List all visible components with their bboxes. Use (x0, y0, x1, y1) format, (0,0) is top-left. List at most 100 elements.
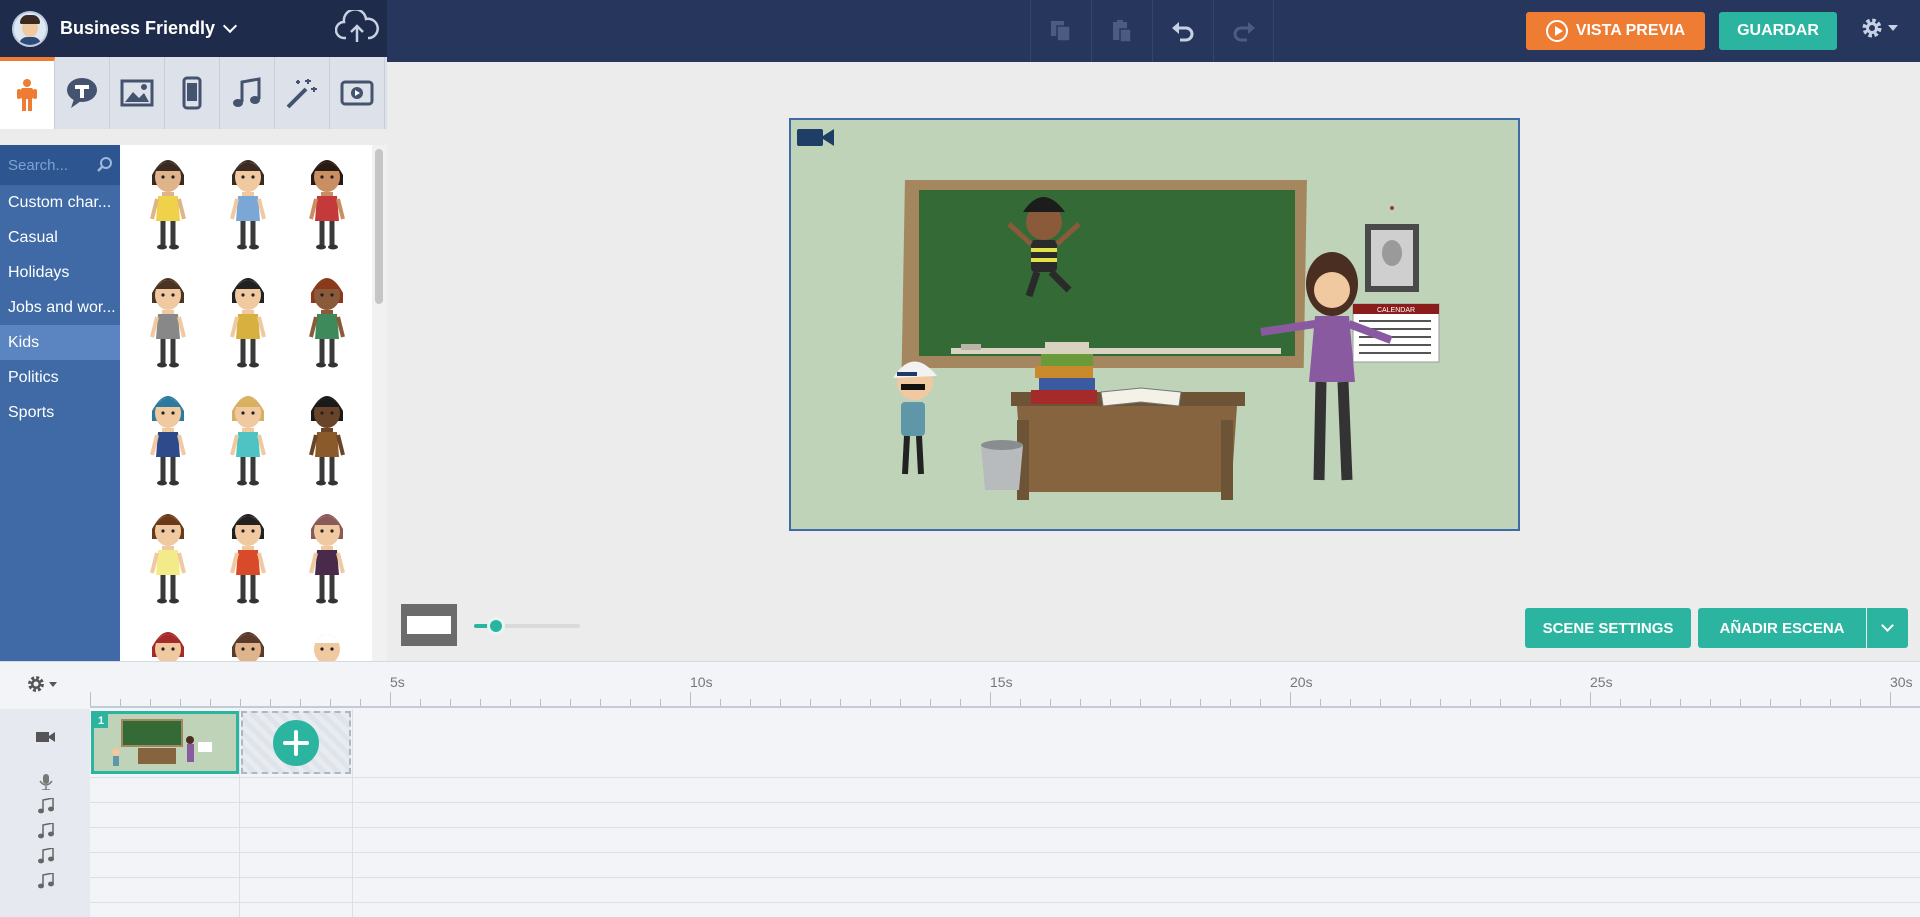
character-thumbnail[interactable] (138, 389, 198, 489)
top-bar: Business Friendly VISTA PREVIA GUARDAR (0, 0, 1920, 62)
ruler-tick (1560, 699, 1561, 706)
character-thumbnail[interactable] (218, 507, 278, 607)
ruler-tick (600, 699, 601, 706)
paste-button[interactable] (1091, 0, 1152, 62)
character-thumbnail[interactable] (218, 625, 278, 661)
ruler-tick (1020, 699, 1021, 706)
character-thumbnail[interactable] (297, 153, 357, 253)
character-thumbnail[interactable] (297, 625, 357, 661)
character-thumbnail[interactable] (218, 153, 278, 253)
search-box[interactable] (0, 145, 120, 185)
ruler-tick (1680, 699, 1681, 706)
tick-label: 20s (1290, 674, 1313, 690)
ruler-tick (1260, 699, 1261, 706)
tab-text-bubbles[interactable] (55, 57, 110, 129)
track-divider (90, 802, 1920, 803)
character-thumbnail[interactable] (138, 271, 198, 371)
plus-icon[interactable] (273, 719, 319, 766)
ruler-tick (1500, 699, 1501, 706)
scene-canvas[interactable]: CALENDAR (789, 118, 1520, 531)
sidebar-item-politics[interactable]: Politics (0, 360, 120, 395)
tab-effects[interactable] (275, 57, 330, 129)
project-name[interactable]: Business Friendly (60, 18, 215, 39)
tab-images[interactable] (110, 57, 165, 129)
grid-scrollbar[interactable] (372, 145, 387, 661)
paste-icon (1113, 20, 1132, 43)
scene-settings-button[interactable]: SCENE SETTINGS (1525, 608, 1691, 648)
ruler-tick (660, 699, 661, 706)
ruler-tick (1470, 699, 1471, 706)
chevron-down-icon[interactable] (222, 18, 238, 33)
ruler-tick (240, 699, 241, 706)
ruler-tick (900, 699, 901, 706)
ruler-tick (1170, 699, 1171, 706)
zoom-slider[interactable] (474, 617, 580, 635)
sidebar-item-kids[interactable]: Kids (0, 325, 120, 360)
character-thumbnail[interactable] (297, 507, 357, 607)
ruler-tick (1110, 699, 1111, 706)
ruler-tick (150, 699, 151, 706)
gear-icon (1862, 18, 1882, 38)
search-icon[interactable] (96, 156, 114, 174)
sidebar-item-holidays[interactable]: Holidays (0, 255, 120, 290)
ruler-tick (1200, 699, 1201, 706)
redo-button[interactable] (1213, 0, 1274, 62)
add-scene-button[interactable]: AÑADIR ESCENA (1698, 608, 1866, 648)
ruler-tick (780, 699, 781, 706)
ruler-tick (750, 699, 751, 706)
sidebar-item-sports[interactable]: Sports (0, 395, 120, 430)
add-scene-slot[interactable] (241, 711, 351, 774)
character-thumbnail[interactable] (138, 625, 198, 661)
scrollbar-thumb[interactable] (375, 149, 383, 304)
save-button[interactable]: GUARDAR (1719, 12, 1837, 50)
preview-button[interactable]: VISTA PREVIA (1526, 12, 1705, 50)
sidebar-item-jobs[interactable]: Jobs and wor... (0, 290, 120, 325)
sidebar-item-custom-characters[interactable]: Custom char... (0, 185, 120, 220)
tab-video[interactable] (330, 57, 385, 129)
track-divider (90, 777, 1920, 778)
ruler-tick (1830, 699, 1831, 706)
timeline-settings[interactable] (26, 674, 57, 694)
sidebar-item-casual[interactable]: Casual (0, 220, 120, 255)
project-selector[interactable]: Business Friendly (0, 0, 387, 57)
character-thumbnail[interactable] (297, 271, 357, 371)
ruler-tick (1650, 699, 1651, 706)
music-note-icon (38, 873, 54, 889)
ruler-tick (570, 699, 571, 706)
camera-icon (36, 732, 55, 742)
undo-icon (1172, 22, 1194, 42)
ruler-tick (1290, 692, 1291, 706)
track-divider (90, 852, 1920, 853)
zoom-frame-icon[interactable] (401, 604, 457, 646)
ruler-tick (90, 692, 91, 706)
track-headers (0, 709, 90, 917)
track-divider (90, 877, 1920, 878)
ruler-tick (180, 699, 181, 706)
character-thumbnail[interactable] (218, 389, 278, 489)
character-thumbnail[interactable] (297, 389, 357, 489)
tab-music[interactable] (220, 57, 275, 129)
settings-menu[interactable] (1860, 16, 1898, 40)
cloud-upload-icon[interactable] (335, 10, 379, 46)
ruler-tick (330, 699, 331, 706)
tick-label: 15s (990, 674, 1013, 690)
user-avatar[interactable] (12, 10, 48, 47)
character-thumbnail[interactable] (138, 507, 198, 607)
character-thumbnail[interactable] (138, 153, 198, 253)
tab-devices[interactable] (165, 57, 220, 129)
undo-button[interactable] (1152, 0, 1213, 62)
search-input[interactable] (8, 156, 96, 174)
ruler-tick (390, 692, 391, 706)
zoom-slider-handle[interactable] (487, 617, 505, 635)
camera-icon[interactable] (797, 126, 835, 148)
add-scene-dropdown[interactable] (1867, 608, 1908, 648)
copy-button[interactable] (1030, 0, 1091, 62)
ruler-tick (930, 699, 931, 706)
play-icon (1545, 20, 1568, 42)
music-note-icon (38, 823, 54, 839)
scene-thumbnail[interactable]: 1 (91, 711, 239, 774)
tab-characters[interactable] (0, 57, 55, 129)
ruler-tick (480, 699, 481, 706)
time-ruler[interactable]: 5s 10s 15s 20s 25s 30s (90, 662, 1920, 708)
character-thumbnail[interactable] (218, 271, 278, 371)
